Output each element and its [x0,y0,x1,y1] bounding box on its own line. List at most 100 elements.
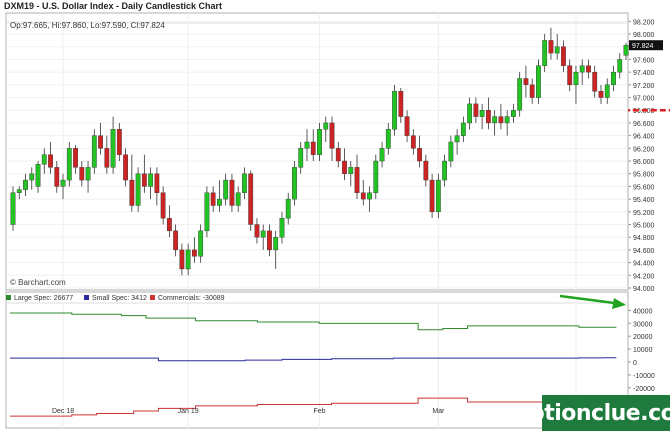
candle-body [66,148,72,181]
candle-body [279,217,285,238]
cot-tick-label: 20000 [633,334,653,341]
x-axis-label: Feb [313,408,325,415]
candle-body [123,154,128,181]
candle-body [160,192,166,219]
candle-body [554,46,560,54]
candle-body [492,116,498,124]
candle-body [561,46,566,66]
candle-body [404,116,410,136]
candle-body [235,192,241,206]
legend-swatch-small-spec [84,295,89,300]
price-tick-label: 96.000 [633,159,655,166]
cot-legend: Large Spec: 26677 Small Spec: 3412 Comme… [6,295,225,302]
cot-tick-label: 10000 [633,347,653,354]
candle-body [348,167,354,174]
candle-body [292,167,297,200]
candle-body [335,148,341,162]
candle-body [16,189,22,193]
cot-tick-label: 30000 [633,321,653,328]
candle-body [98,135,103,149]
candle-body [248,173,254,225]
candle-body [210,192,216,206]
barchart-watermark: © Barchart.com [10,278,66,287]
candle-body [242,173,247,193]
candle-body [48,154,53,168]
candle-body [536,65,541,98]
candle-body [342,160,347,174]
candle-body [129,179,135,206]
candle-body [511,110,516,117]
candle-body [379,148,385,162]
candle-body [110,129,116,168]
price-tick-label: 95.000 [633,223,655,230]
candle-body [179,249,185,270]
price-tick-label: 94.800 [633,235,655,242]
candle-body [317,129,322,155]
candle-body [260,230,266,238]
candle-body [442,160,448,181]
candle-body [267,230,272,251]
price-tick-label: 94.200 [633,273,655,280]
candle-body [573,71,579,86]
candle-body [154,173,160,193]
price-tick-label: 96.400 [633,134,655,141]
last-price-label: 97.824 [632,43,654,50]
candle-body [479,110,485,117]
candle-body [360,192,366,200]
price-tick-label: 94.600 [633,248,655,255]
price-tick-label: 95.600 [633,184,655,191]
candle-body [448,141,454,162]
candle-body [423,160,429,181]
x-axis-label: Jan 19 [178,408,199,415]
price-tick-label: 94.000 [633,286,655,293]
candle-body [498,116,504,124]
candle-body [35,163,41,187]
cot-tick-label: -10000 [633,373,655,380]
candle-body [254,224,260,238]
candle-body [285,198,291,219]
candle-body [148,173,154,187]
legend-commercials: Commercials: -30089 [158,295,225,302]
candle-body [617,59,623,73]
candle-body [410,135,416,149]
candle-body [204,192,210,232]
candle-body [185,249,191,270]
candle-body [10,192,16,225]
cot-tick-label: 0 [633,360,637,367]
candle-body [417,148,422,162]
candle-body [579,65,585,73]
legend-large-spec: Large Spec: 26677 [14,295,73,302]
candle-body [435,179,441,213]
candle-body [354,167,360,193]
legend-swatch-commercials [150,295,155,300]
candle-body [460,122,466,136]
legend-small-spec: Small Spec: 3412 [92,295,147,302]
candle-body [54,167,60,187]
candle-body [41,154,47,165]
price-plot-frame [5,12,629,291]
candle-body [323,122,329,130]
candle-body [85,167,91,181]
candle-body [473,103,479,117]
price-tick-label: 95.200 [633,210,655,217]
candle-body [454,135,460,143]
candle-body [273,237,279,251]
x-axis-label: Dec 18 [52,408,74,415]
price-tick-label: 96.200 [633,146,655,153]
candle-body [229,179,235,206]
candle-body [467,103,473,124]
candle-body [567,65,573,86]
candle-body [385,129,391,149]
chart-title: DXM19 - U.S. Dollar Index - Daily Candle… [4,1,222,11]
candle-body [623,45,629,56]
price-tick-label: 96.600 [633,121,655,128]
price-tick-label: 98.000 [633,32,655,39]
brand-badge: optionclue.com [514,395,670,431]
candle-body [79,167,85,181]
price-tick-label: 95.400 [633,197,655,204]
brand-text: optionclue.com [514,400,670,426]
candle-body [429,179,435,213]
candle-body [73,148,78,168]
candle-body [141,173,147,187]
ohlc-readout: Op:97.665, Hi:97.860, Lo:97.590, Cl:97.8… [10,21,165,30]
